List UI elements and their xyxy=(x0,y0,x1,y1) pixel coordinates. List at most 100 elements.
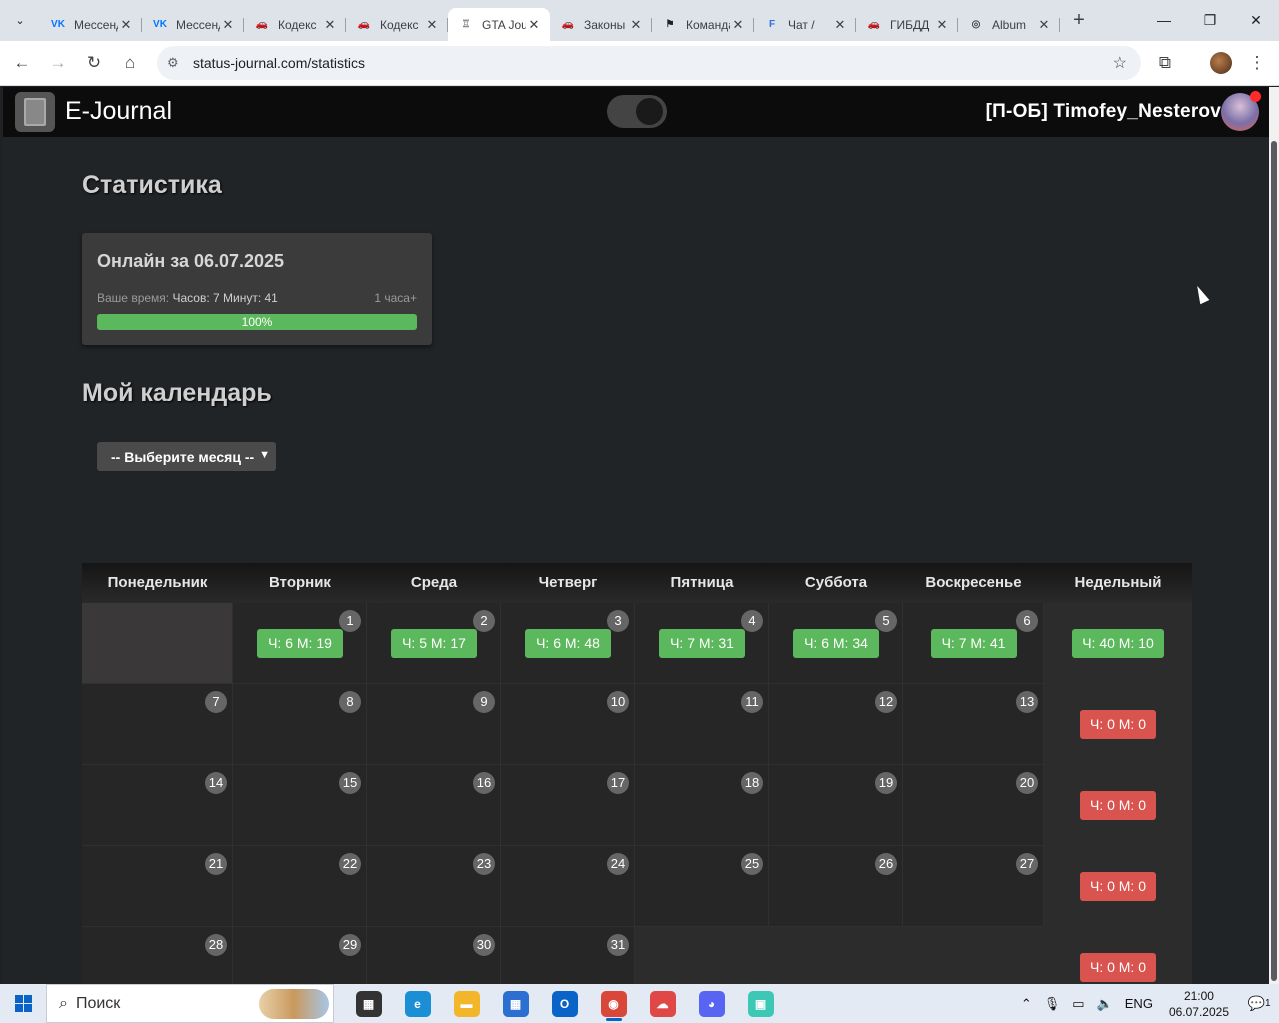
network-icon[interactable]: ▭ xyxy=(1072,996,1084,1012)
minimize-icon[interactable]: — xyxy=(1141,0,1187,40)
vk-icon: VK xyxy=(51,19,65,30)
day-cell[interactable]: 9 xyxy=(367,684,501,765)
clock[interactable]: 21:00 06.07.2025 xyxy=(1169,988,1229,1020)
day-cell[interactable]: 12 xyxy=(769,684,903,765)
journal-logo-icon[interactable] xyxy=(15,92,55,132)
day-cell[interactable]: 23 xyxy=(367,846,501,927)
day-cell[interactable]: 18 xyxy=(635,765,769,846)
tab-7[interactable]: ⚑ Команда✕ xyxy=(652,8,754,41)
messenger-app-taskbar-button[interactable]: ▣ xyxy=(736,984,785,1023)
restore-icon[interactable]: ❐ xyxy=(1187,0,1233,40)
notifications-button[interactable]: 💬 1 xyxy=(1239,984,1279,1023)
tab-4[interactable]: 🚗 Кодекс ✕ xyxy=(346,8,448,41)
day-cell[interactable]: 25 xyxy=(635,846,769,927)
outlook-taskbar-button[interactable]: O xyxy=(540,984,589,1023)
day-cell[interactable]: 24 xyxy=(501,846,635,927)
new-tab-button[interactable]: + xyxy=(1064,6,1094,36)
discord-taskbar-button[interactable]: ◕ xyxy=(687,984,736,1023)
browser-menu-icon[interactable]: ⋮ xyxy=(1239,45,1275,81)
scrollbar-thumb[interactable] xyxy=(1271,141,1277,981)
close-tab-icon[interactable]: ✕ xyxy=(832,17,848,33)
tab-title: Чат / xyxy=(788,17,815,32)
close-tab-icon[interactable]: ✕ xyxy=(1036,17,1052,33)
day-cell[interactable]: 28 xyxy=(82,927,233,984)
microphone-icon[interactable]: 🎙 xyxy=(1044,996,1061,1012)
chrome-taskbar-button[interactable]: ◉ xyxy=(589,984,638,1023)
user-name[interactable]: [П-ОБ] Timofey_Nesterov xyxy=(986,101,1221,123)
profile-button[interactable] xyxy=(1203,45,1239,81)
close-tab-icon[interactable]: ✕ xyxy=(934,17,950,33)
task-view-taskbar-button[interactable]: ▦ xyxy=(344,984,393,1023)
day-cell[interactable]: 19 xyxy=(769,765,903,846)
close-tab-icon[interactable]: ✕ xyxy=(220,17,236,33)
day-cell[interactable]: 1 Ч: 6 М: 19 xyxy=(233,603,367,684)
tab-1[interactable]: VK Мессенджер✕ xyxy=(40,8,142,41)
bookmark-star-icon[interactable]: ☆ xyxy=(1113,53,1127,73)
home-button[interactable]: ⌂ xyxy=(112,45,148,81)
tab-8[interactable]: F Чат / ✕ xyxy=(754,8,856,41)
close-tab-icon[interactable]: ✕ xyxy=(424,17,440,33)
start-button[interactable] xyxy=(0,984,46,1023)
tab-3[interactable]: 🚗 Кодекс ✕ xyxy=(244,8,346,41)
tab-2[interactable]: VK Мессенджер✕ xyxy=(142,8,244,41)
tab-9[interactable]: 🚗 ГИБДД ✕ xyxy=(856,8,958,41)
day-cell[interactable]: 17 xyxy=(501,765,635,846)
reload-button[interactable]: ↻ xyxy=(76,45,112,81)
time-label: Ваше время: xyxy=(97,291,170,305)
taskbar-search[interactable]: ⌕ Поиск xyxy=(46,984,334,1023)
tab-5[interactable]: ♖ GTA Journal✕ xyxy=(448,8,550,41)
volume-icon[interactable]: 🔈 xyxy=(1097,996,1113,1012)
tab-search-chevron-icon[interactable]: ⌄ xyxy=(0,0,40,41)
file-explorer-taskbar-button[interactable]: ▬ xyxy=(442,984,491,1023)
day-cell[interactable]: 8 xyxy=(233,684,367,765)
day-cell[interactable]: 13 xyxy=(903,684,1044,765)
day-cell[interactable]: 5 Ч: 6 М: 34 xyxy=(769,603,903,684)
close-tab-icon[interactable]: ✕ xyxy=(730,17,746,33)
close-tab-icon[interactable]: ✕ xyxy=(628,17,644,33)
close-tab-icon[interactable]: ✕ xyxy=(526,17,542,33)
page-scrollbar[interactable] xyxy=(1269,87,1279,984)
day-cell[interactable]: 22 xyxy=(233,846,367,927)
day-cell[interactable]: 14 xyxy=(82,765,233,846)
day-cell[interactable]: 15 xyxy=(233,765,367,846)
day-cell[interactable]: 4 Ч: 7 М: 31 xyxy=(635,603,769,684)
tab-6[interactable]: 🚗 Законы ✕ xyxy=(550,8,652,41)
theme-toggle[interactable] xyxy=(607,95,667,128)
day-cell[interactable]: 21 xyxy=(82,846,233,927)
day-cell[interactable]: 20 xyxy=(903,765,1044,846)
site-brand[interactable]: E-Journal xyxy=(65,97,172,126)
cloud-app-taskbar-button[interactable]: ☁ xyxy=(638,984,687,1023)
back-button[interactable]: ← xyxy=(4,45,40,81)
user-avatar[interactable] xyxy=(1221,91,1261,131)
day-cell[interactable]: 29 xyxy=(233,927,367,984)
month-select[interactable]: -- Выберите месяц -- ▼ xyxy=(97,442,276,471)
day-cell[interactable]: 31 xyxy=(501,927,635,984)
edge-taskbar-button[interactable]: e xyxy=(393,984,442,1023)
close-window-icon[interactable]: ✕ xyxy=(1233,0,1279,40)
store-taskbar-button[interactable]: ▦ xyxy=(491,984,540,1023)
notification-count: 1 xyxy=(1264,998,1271,1009)
day-cell[interactable]: 7 xyxy=(82,684,233,765)
site-info-icon[interactable]: ⚙ xyxy=(167,55,187,71)
web-page: E-Journal [П-ОБ] Timofey_Nesterov Статис… xyxy=(3,87,1269,984)
day-online-badge: Ч: 6 М: 34 xyxy=(793,629,879,658)
tab-10[interactable]: ◎ Album ✕ xyxy=(958,8,1060,41)
close-tab-icon[interactable]: ✕ xyxy=(118,17,134,33)
day-cell[interactable]: 16 xyxy=(367,765,501,846)
day-cell[interactable]: 30 xyxy=(367,927,501,984)
day-cell[interactable]: 27 xyxy=(903,846,1044,927)
day-cell[interactable]: 10 xyxy=(501,684,635,765)
day-cell[interactable]: 2 Ч: 5 М: 17 xyxy=(367,603,501,684)
language-indicator[interactable]: ENG xyxy=(1125,996,1153,1011)
close-tab-icon[interactable]: ✕ xyxy=(322,17,338,33)
tab-separator xyxy=(1059,18,1060,32)
forward-button[interactable]: → xyxy=(40,45,76,81)
day-cell[interactable]: 11 xyxy=(635,684,769,765)
day-cell[interactable]: 26 xyxy=(769,846,903,927)
address-bar[interactable]: ⚙ status-journal.com/statistics ☆ xyxy=(157,46,1141,80)
chevron-up-icon[interactable]: ⌃ xyxy=(1021,996,1032,1012)
day-cell[interactable]: 3 Ч: 6 М: 48 xyxy=(501,603,635,684)
day-cell[interactable]: 6 Ч: 7 М: 41 xyxy=(903,603,1044,684)
extensions-icon[interactable]: ⧉ xyxy=(1147,45,1183,81)
calendar-header-3: Среда xyxy=(410,574,458,591)
